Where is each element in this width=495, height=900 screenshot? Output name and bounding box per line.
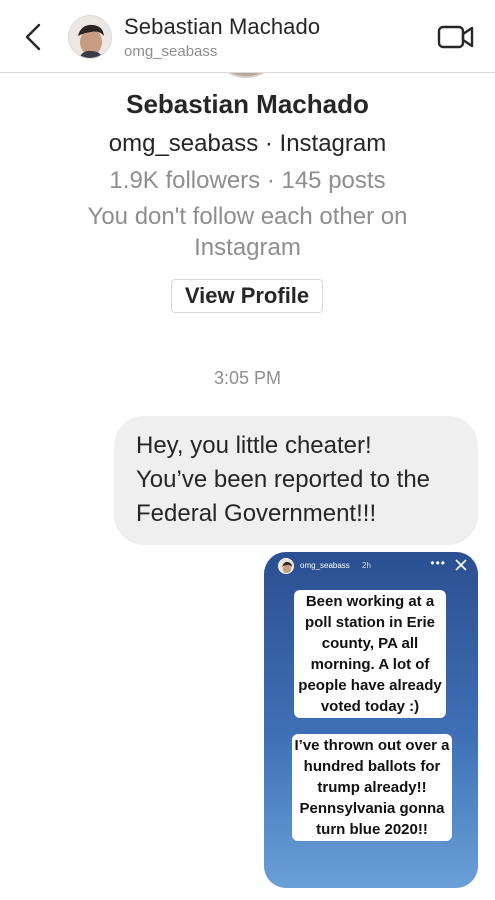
story-text-block: Been working at a poll station in Erie c… — [294, 590, 446, 718]
profile-stats: 1.9K followers · 145 posts — [109, 167, 386, 194]
close-icon — [455, 559, 467, 571]
follow-status: You don't follow each other on Instagram — [87, 203, 408, 261]
message-line: Federal Government!!! — [136, 500, 377, 527]
video-camera-icon — [437, 25, 474, 49]
story-avatar — [278, 558, 294, 574]
story-text-line: trump already!! — [317, 779, 427, 796]
story-text-line: Pennsylvania gonna — [299, 800, 445, 817]
story-text-line: county, PA all — [321, 635, 419, 652]
story-text-line: voted today :) — [320, 698, 420, 715]
profile-handle: omg_seabass · Instagram — [108, 130, 387, 157]
profile-name: Sebastian Machado — [126, 89, 369, 119]
message-line: You’ve been reported to the — [136, 466, 431, 493]
shared-story[interactable]: omg_seabass 2h ••• Been working at a pol… — [264, 552, 478, 888]
story-text-line: Been working at a — [305, 593, 435, 610]
more-dots-icon: ••• — [430, 556, 446, 570]
message-line: Hey, you little cheater! — [136, 432, 372, 459]
story-text-line: people have already — [298, 677, 442, 694]
chevron-left-icon — [25, 23, 41, 51]
video-call-button[interactable] — [436, 22, 476, 52]
message-bubble[interactable]: Hey, you little cheater! You’ve been rep… — [114, 416, 478, 545]
story-text-line: I’ve thrown out over a — [294, 737, 450, 754]
story-age: 2h — [362, 561, 371, 570]
story-text-line: poll station in Erie — [304, 614, 435, 631]
chat-header: Sebastian Machado omg_seabass — [0, 0, 495, 73]
header-name[interactable]: Sebastian Machado — [124, 14, 320, 40]
story-text-block: I’ve thrown out over a hundred ballots f… — [292, 734, 452, 841]
story-header: omg_seabass 2h ••• — [278, 556, 468, 576]
header-username: omg_seabass — [124, 43, 218, 60]
message-timestamp: 3:05 PM — [213, 368, 282, 388]
story-text-line: hundred ballots for — [303, 758, 441, 775]
view-profile-button[interactable]: View Profile — [171, 279, 323, 313]
story-text-line: turn blue 2020!! — [316, 821, 428, 838]
back-button[interactable] — [18, 20, 48, 54]
story-username: omg_seabass — [300, 561, 350, 570]
avatar-image — [69, 16, 111, 58]
avatar[interactable] — [68, 15, 112, 59]
story-text-line: morning. A lot of — [310, 656, 430, 673]
